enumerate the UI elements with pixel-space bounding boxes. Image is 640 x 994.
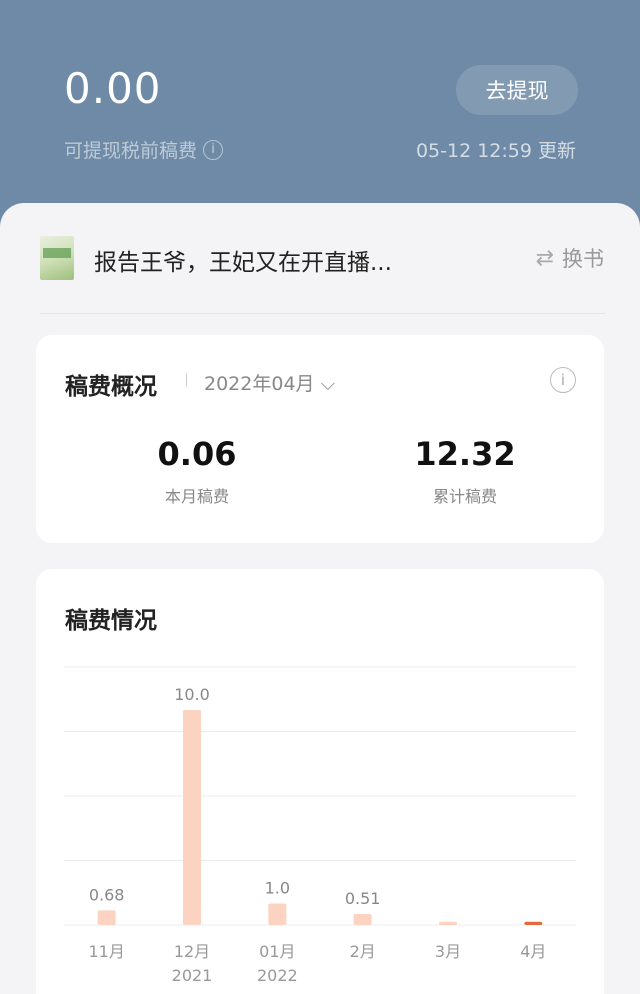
month-label: 2022年04月 (204, 373, 315, 395)
x-tick-label-3: 2月 (350, 942, 376, 961)
update-time: 05-12 12:59 更新 (415, 140, 576, 162)
data-label-3: 0.51 (345, 889, 381, 908)
x-sub-label-1: 2021 (172, 966, 213, 985)
data-label-1: 10.0 (174, 685, 210, 704)
switch-book-label: 换书 (562, 247, 604, 271)
this-month-label: 本月稿费 (164, 487, 229, 506)
overview-title: 稿费概况 (65, 374, 157, 400)
earnings-bar-chart: 0.68 11月 10.0 12月 2021 1.0 01月 2022 0.51 2月 3月 4月 (64, 666, 576, 985)
content-sheet: 报告王爷，王妃又在开直播... ⇄ 换书 稿费概况 2022年04月 ⌵ i 0… (0, 203, 640, 994)
total-stat: 12.32 累计稿费 (365, 435, 565, 507)
swap-icon: ⇄ (535, 245, 554, 271)
x-sub-label-2: 2022 (257, 966, 298, 985)
bar-4[interactable] (439, 921, 457, 925)
earnings-overview-card: 稿费概况 2022年04月 ⌵ i 0.06 本月稿费 12.32 累计稿费 (36, 335, 604, 543)
book-selector[interactable]: 报告王爷，王妃又在开直播... ⇄ 换书 (0, 203, 640, 313)
total-label: 累计稿费 (432, 487, 497, 506)
x-tick-label-2: 01月 (259, 942, 295, 961)
balance-label-row: 可提现税前稿费 i (64, 136, 224, 163)
x-tick-label-4: 3月 (435, 942, 461, 961)
data-label-0: 0.68 (89, 885, 125, 904)
book-title: 报告王爷，王妃又在开直播... (94, 250, 392, 276)
this-month-value: 0.06 (157, 435, 237, 473)
info-icon[interactable]: i (203, 139, 224, 160)
bar-1[interactable] (183, 710, 201, 925)
x-tick-label-0: 11月 (88, 942, 124, 961)
balance-amount: 0.00 (64, 64, 162, 113)
book-cover (40, 236, 74, 280)
bar-0[interactable] (97, 910, 116, 925)
withdraw-button[interactable]: 去提现 (456, 65, 578, 115)
title-separator (186, 373, 187, 387)
total-value: 12.32 (414, 435, 516, 473)
earnings-chart-card: 稿费情况 0.68 11月 10.0 12月 2021 1.0 01月 2022 0.51 2月 3… (36, 569, 604, 994)
bar-2[interactable] (268, 903, 287, 926)
x-tick-label-1: 12月 (174, 942, 210, 961)
divider (40, 313, 605, 314)
x-tick-label-5: 4月 (520, 942, 546, 961)
bar-3[interactable] (353, 914, 372, 925)
chevron-down-icon: ⌵ (320, 373, 335, 395)
bar-5[interactable] (524, 921, 543, 925)
this-month-stat: 0.06 本月稿费 (97, 435, 297, 507)
data-label-2: 1.0 (265, 879, 290, 898)
switch-book-button[interactable]: ⇄ 换书 (536, 243, 604, 273)
info-icon[interactable]: i (550, 367, 576, 393)
month-selector[interactable]: 2022年04月 ⌵ (204, 369, 335, 396)
balance-label: 可提现税前稿费 (64, 140, 198, 162)
